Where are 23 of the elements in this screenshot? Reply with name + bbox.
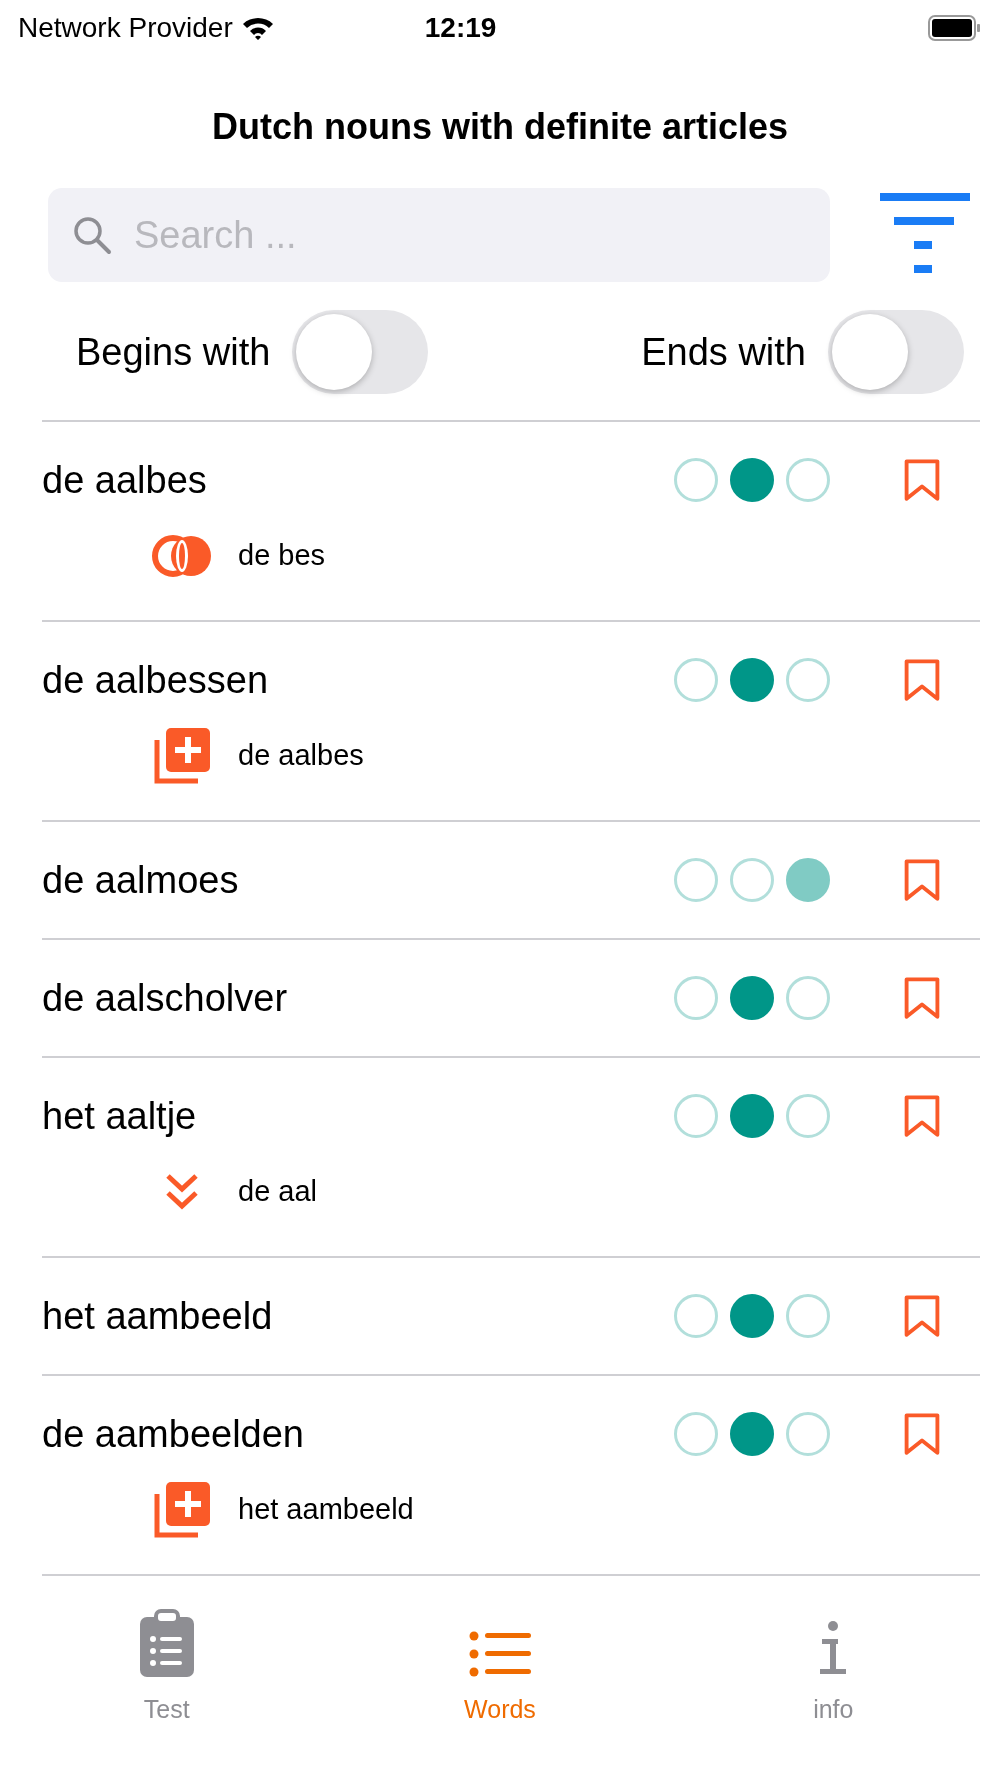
word-text: het aaltje [42,1094,197,1138]
toggle-label: Ends with [641,329,806,375]
word-text: de aambeelden [42,1412,304,1456]
word-text: het aambeeld [42,1294,273,1338]
carrier-name: Network Provider [18,11,233,45]
word-text: de aalbes [42,458,207,502]
word-text: de aalbessen [42,658,269,702]
word-text: de aalscholver [42,976,288,1020]
search-field[interactable]: Search ... [48,188,830,282]
tab-button[interactable]: info [666,1608,1000,1778]
clipboard-icon [139,1609,194,1677]
battery-icon [928,15,982,41]
related-word: de aal [238,1174,317,1210]
search-icon [72,215,112,255]
related-word: de aalbes [238,738,364,774]
page-title: Dutch nouns with definite articles [210,105,790,149]
tab-button[interactable]: Test [0,1608,334,1778]
tab-button[interactable]: Words [333,1608,667,1778]
word-text: de aalmoes [42,858,239,902]
clock-time: 12:19 [424,11,497,45]
related-word: de bes [238,538,326,574]
related-word: het aambeeld [238,1492,414,1528]
toggle-label: Begins with [76,329,271,375]
